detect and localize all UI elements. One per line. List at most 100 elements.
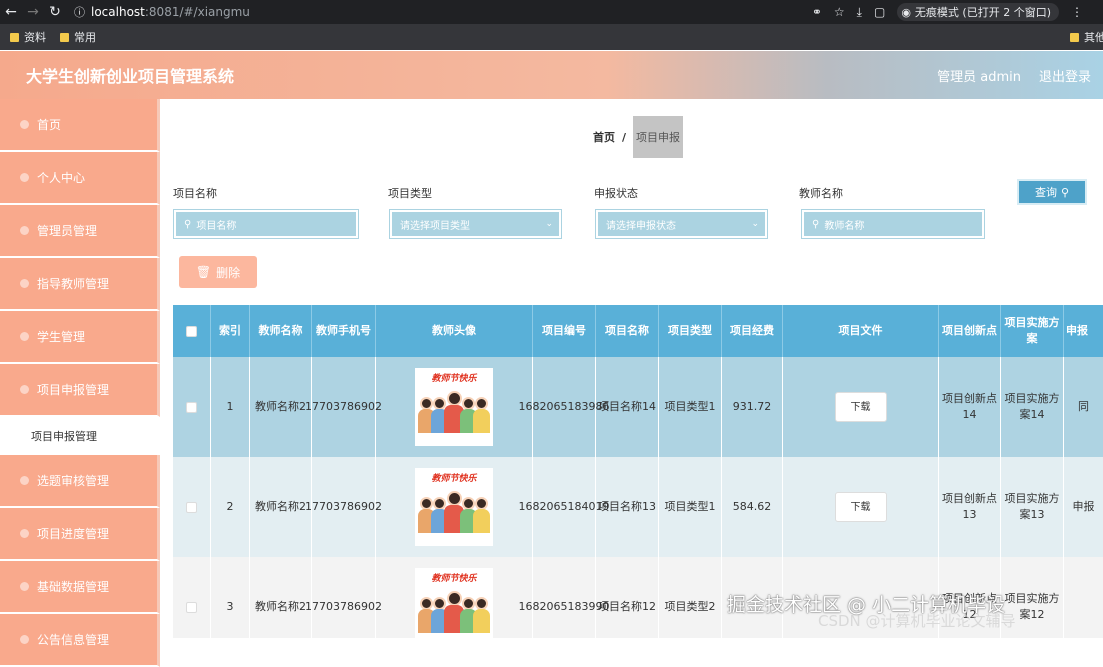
- star-icon[interactable]: ☆: [834, 5, 845, 19]
- main-content: 首页 / 项目申报 项目名称 项目类型 申报状态 教师名称 ⚲ 项目名称 请选择项…: [160, 99, 1103, 638]
- teacher-name-input[interactable]: ⚲ 教师名称: [801, 209, 985, 239]
- column-header[interactable]: 教师头像: [376, 305, 533, 357]
- cell-phone: 17703786902: [305, 357, 382, 457]
- bookmark-folder-2[interactable]: 常用: [60, 29, 96, 45]
- cell-phone: 17703786902: [305, 557, 382, 638]
- sidebar-item-label: 基础数据管理: [37, 580, 110, 594]
- breadcrumb-separator: /: [622, 130, 627, 144]
- column-header[interactable]: 申报: [1064, 305, 1103, 357]
- sidebar-item-admin[interactable]: 管理员管理: [0, 205, 160, 258]
- row-checkbox[interactable]: [186, 401, 197, 413]
- browser-chrome: ← → ↻ ⓘ localhost:8081/#/xiangmu ⚭ ☆ ⤓ ▢…: [0, 0, 1103, 50]
- cell-avatar: 教师节快乐: [376, 457, 533, 557]
- key-icon[interactable]: ⚭: [812, 5, 822, 19]
- column-header[interactable]: 项目名称: [596, 305, 659, 357]
- teacher-avatar-image[interactable]: 教师节快乐: [415, 468, 493, 546]
- reload-icon[interactable]: ↻: [44, 4, 66, 20]
- row-select[interactable]: [173, 457, 211, 557]
- incognito-badge[interactable]: ◉ 无痕模式 (已打开 2 个窗口): [897, 3, 1059, 21]
- sidebar-item-home[interactable]: 首页: [0, 99, 160, 152]
- bookmark-other[interactable]: 其他书: [1070, 29, 1103, 45]
- row-select[interactable]: [173, 557, 211, 638]
- row-select[interactable]: [173, 357, 211, 457]
- sidebar-item-student[interactable]: 学生管理: [0, 311, 160, 364]
- table-row[interactable]: 2 教师名称2 17703786902 教师节快乐 1682065184019 …: [173, 457, 1103, 557]
- cell-plan: 项目实施方案13: [1001, 457, 1064, 557]
- download-icon[interactable]: ⤓: [857, 5, 862, 20]
- folder-icon: [60, 32, 69, 42]
- teacher-avatar-image[interactable]: 教师节快乐: [415, 568, 493, 638]
- search-icon: ⚲: [184, 218, 192, 230]
- sidebar-item-label: 项目进度管理: [37, 527, 110, 541]
- row-checkbox[interactable]: [186, 601, 197, 613]
- menu-icon[interactable]: ⋮: [1071, 5, 1083, 19]
- avatar-people-illustration: [418, 490, 490, 533]
- breadcrumb: 首页 / 项目申报: [593, 116, 684, 158]
- avatar-caption: 教师节快乐: [431, 374, 477, 384]
- cell-index: 1: [211, 357, 250, 457]
- delete-button[interactable]: 🗑 删除: [179, 256, 257, 288]
- sidebar-item-label: 个人中心: [37, 171, 86, 185]
- column-header[interactable]: 项目文件: [783, 305, 939, 357]
- apply-status-select[interactable]: 请选择申报状态 ⌄: [595, 209, 768, 239]
- sidebar-item-label: 公告信息管理: [37, 633, 110, 647]
- sidebar-item-notice[interactable]: 公告信息管理: [0, 614, 160, 667]
- sidebar-item-basic-data[interactable]: 基础数据管理: [0, 561, 160, 614]
- avatar-people-illustration: [418, 590, 490, 633]
- chevron-down-icon: ⌄: [545, 219, 553, 229]
- project-name-input[interactable]: ⚲ 项目名称: [173, 209, 359, 239]
- sidepanel-icon[interactable]: ▢: [874, 5, 885, 19]
- sidebar-item-label: 项目申报管理: [37, 383, 110, 397]
- cell-avatar: 教师节快乐: [376, 357, 533, 457]
- column-header[interactable]: 索引: [211, 305, 250, 357]
- column-header[interactable]: 项目编号: [533, 305, 596, 357]
- url-host: localhost: [91, 5, 145, 19]
- column-header[interactable]: 项目实施方案: [1001, 305, 1064, 357]
- cell-teacher: 教师名称2: [250, 557, 312, 638]
- teacher-avatar-image[interactable]: 教师节快乐: [415, 368, 493, 446]
- forward-icon[interactable]: →: [22, 4, 44, 20]
- avatar-caption: 教师节快乐: [431, 574, 477, 584]
- project-type-placeholder: 请选择项目类型: [400, 220, 470, 232]
- bookmarks-bar: 资料 常用 其他书: [0, 24, 1103, 50]
- column-header[interactable]: 教师名称: [250, 305, 312, 357]
- teacher-name-placeholder: 教师名称: [824, 220, 865, 232]
- address-bar[interactable]: ⓘ localhost:8081/#/xiangmu: [74, 4, 250, 20]
- search-icon: ⚲: [1060, 185, 1070, 199]
- current-user: 管理员 admin: [937, 69, 1021, 85]
- cell-phone: 17703786902: [305, 457, 382, 557]
- cell-file: 下载: [783, 457, 939, 557]
- delete-button-label: 删除: [216, 265, 241, 280]
- info-icon[interactable]: ⓘ: [74, 4, 85, 20]
- search-button[interactable]: 查询 ⚲: [1017, 179, 1087, 205]
- download-button[interactable]: 下载: [834, 492, 887, 522]
- header-select-all[interactable]: [173, 305, 211, 357]
- sidebar-item-topic-review[interactable]: 选题审核管理: [0, 455, 160, 508]
- filter-label-apply-status: 申报状态: [594, 187, 638, 200]
- notice-icon: [20, 635, 29, 644]
- column-header[interactable]: 项目类型: [659, 305, 722, 357]
- cell-fund: 584.62: [722, 457, 783, 557]
- cell-fund: 931.72: [722, 357, 783, 457]
- row-checkbox[interactable]: [186, 501, 197, 513]
- column-header[interactable]: 教师手机号: [312, 305, 376, 357]
- project-type-select[interactable]: 请选择项目类型 ⌄: [389, 209, 562, 239]
- cell-project-code: 1682065183986: [519, 357, 610, 457]
- sidebar-item-profile[interactable]: 个人中心: [0, 152, 160, 205]
- sidebar-item-teacher[interactable]: 指导教师管理: [0, 258, 160, 311]
- submenu-item-project-apply[interactable]: 项目申报管理: [0, 417, 160, 455]
- sidebar-item-progress[interactable]: 项目进度管理: [0, 508, 160, 561]
- bookmark-folder-1[interactable]: 资料: [10, 29, 46, 45]
- cell-innovation: 项目创新点14: [939, 357, 1001, 457]
- logout-link[interactable]: 退出登录: [1039, 66, 1091, 85]
- cell-teacher: 教师名称2: [250, 457, 312, 557]
- sidebar-item-project-apply[interactable]: 项目申报管理: [0, 364, 160, 417]
- column-header[interactable]: 项目经费: [722, 305, 783, 357]
- table-row[interactable]: 1 教师名称2 17703786902 教师节快乐 1682065183986 …: [173, 357, 1103, 457]
- app-header: 大学生创新创业项目管理系统 管理员 admin 退出登录: [0, 51, 1103, 99]
- breadcrumb-home[interactable]: 首页: [593, 129, 615, 145]
- back-icon[interactable]: ←: [0, 4, 22, 20]
- select-all-checkbox[interactable]: [186, 325, 197, 337]
- download-button[interactable]: 下载: [834, 392, 887, 422]
- column-header[interactable]: 项目创新点: [939, 305, 1001, 357]
